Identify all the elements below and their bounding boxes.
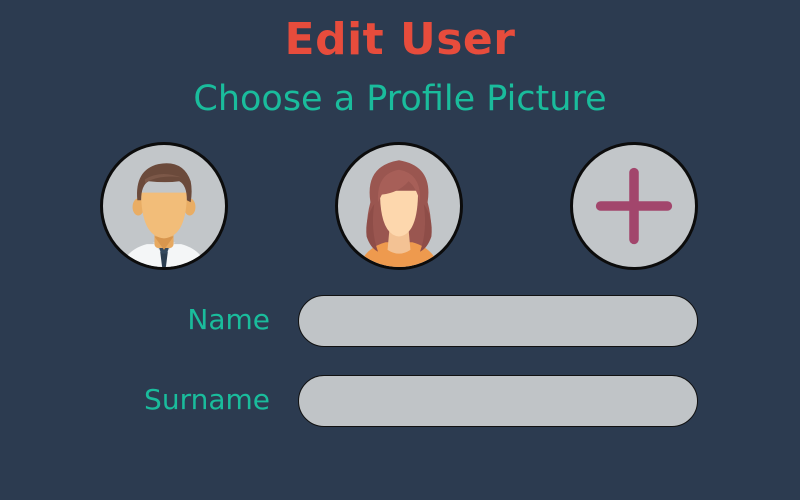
surname-input[interactable] — [298, 375, 698, 427]
surname-label: Surname — [144, 383, 270, 416]
female-avatar-icon — [358, 160, 440, 267]
page-subtitle: Choose a Profile Picture — [193, 79, 607, 119]
name-label: Name — [187, 303, 270, 336]
avatar-option-female[interactable] — [335, 142, 463, 270]
plus-icon — [595, 167, 673, 245]
male-avatar-icon — [122, 163, 206, 267]
name-input[interactable] — [298, 295, 698, 347]
page-title: Edit User — [284, 14, 516, 65]
add-avatar-button[interactable] — [570, 142, 698, 270]
avatar-option-male[interactable] — [100, 142, 228, 270]
